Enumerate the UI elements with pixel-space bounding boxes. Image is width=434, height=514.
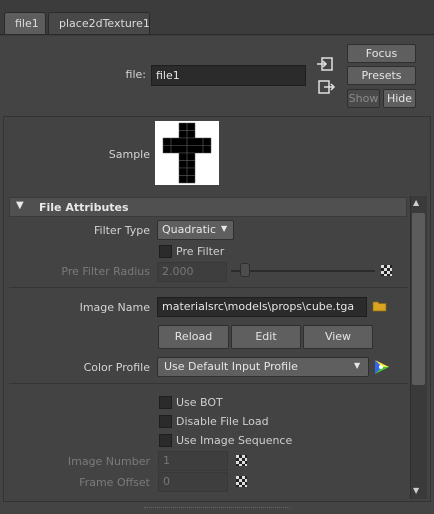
checker-icon[interactable] [236, 455, 247, 466]
tab-file1[interactable]: file1 [4, 12, 46, 34]
collapse-arrow-icon: ▼ [16, 200, 24, 211]
output-connection-icon[interactable] [318, 80, 336, 97]
filter-type-dropdown[interactable]: Quadratic ▼ [157, 220, 234, 240]
tab-divider [0, 34, 434, 35]
folder-icon[interactable] [372, 300, 387, 315]
chevron-down-icon: ▼ [221, 224, 228, 233]
pre-filter-radius-field[interactable]: 2.000 [157, 262, 227, 282]
chevron-down-icon: ▼ [354, 361, 361, 370]
use-image-sequence-checkbox[interactable] [159, 434, 172, 447]
edit-button[interactable]: Edit [231, 325, 301, 349]
image-name-field[interactable]: materialsrc\models\props\cube.tga [157, 297, 367, 317]
hide-button[interactable]: Hide [383, 89, 416, 108]
frame-offset-label: Frame Offset [79, 476, 150, 489]
use-image-sequence-label: Use Image Sequence [176, 434, 293, 447]
pre-filter-label: Pre Filter [176, 245, 225, 258]
divider [9, 383, 408, 384]
disable-file-load-checkbox[interactable] [159, 415, 172, 428]
image-number-field[interactable]: 1 [158, 451, 228, 471]
reload-button[interactable]: Reload [158, 325, 229, 349]
checker-icon[interactable] [236, 476, 247, 487]
presets-button[interactable]: Presets [347, 66, 416, 85]
node-name-label: file: [125, 68, 146, 81]
scrollbar-thumb[interactable] [412, 213, 425, 385]
node-name-field[interactable]: file1 [151, 65, 306, 86]
pre-filter-checkbox[interactable] [159, 245, 172, 258]
frame-offset-field[interactable]: 0 [158, 472, 228, 492]
section-title: File Attributes [39, 201, 129, 214]
sample-label: Sample [108, 148, 150, 161]
show-button[interactable]: Show [347, 89, 380, 108]
color-profile-value: Use Default Input Profile [164, 360, 298, 373]
divider [9, 287, 408, 288]
slider-handle[interactable] [240, 263, 251, 277]
filter-type-value: Quadratic [162, 223, 217, 236]
color-profile-dropdown[interactable]: Use Default Input Profile ▼ [157, 357, 369, 377]
scroll-down-icon[interactable]: ▼ [413, 486, 419, 495]
color-wheel-icon[interactable] [373, 358, 391, 379]
tab-place2dtexture1[interactable]: place2dTexture1 [48, 12, 150, 34]
filter-type-label: Filter Type [93, 224, 150, 237]
input-connection-icon[interactable] [316, 57, 334, 74]
sample-swatch [155, 121, 219, 185]
color-profile-label: Color Profile [83, 361, 150, 374]
view-button[interactable]: View [303, 325, 373, 349]
disable-file-load-label: Disable File Load [176, 415, 269, 428]
image-name-label: Image Name [79, 301, 150, 314]
file-attributes-header[interactable]: ▼ File Attributes [9, 197, 407, 217]
focus-button[interactable]: Focus [347, 44, 416, 63]
resize-grip[interactable] [144, 507, 290, 510]
pre-filter-radius-label: Pre Filter Radius [61, 265, 150, 278]
use-bot-checkbox[interactable] [159, 396, 172, 409]
pre-filter-radius-slider[interactable] [231, 270, 375, 272]
checker-icon[interactable] [381, 265, 392, 276]
use-bot-label: Use BOT [176, 396, 223, 409]
scroll-up-icon[interactable]: ▲ [413, 198, 419, 207]
image-number-label: Image Number [67, 455, 150, 468]
